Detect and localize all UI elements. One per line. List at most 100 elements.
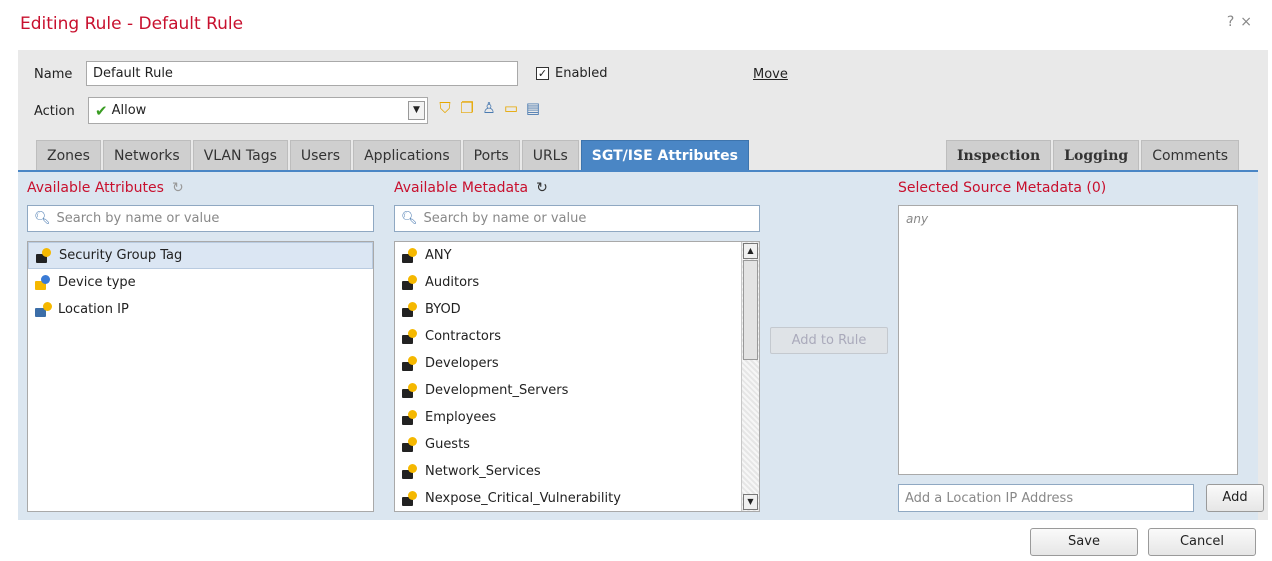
tab-logging[interactable]: Logging <box>1053 140 1140 170</box>
list-item[interactable]: Guests <box>395 431 759 458</box>
list-item[interactable]: Security Group Tag <box>28 242 373 269</box>
list-item[interactable]: Auditors <box>395 269 759 296</box>
action-label: Action <box>34 104 75 119</box>
selected-source-title: Selected Source Metadata (0) <box>898 180 1107 196</box>
location-ip-input[interactable] <box>905 490 1193 506</box>
add-to-rule-button[interactable]: Add to Rule <box>770 327 888 354</box>
tab-zones[interactable]: Zones <box>36 140 101 170</box>
scroll-thumb[interactable] <box>743 260 758 360</box>
tabs-left: Zones Networks VLAN Tags Users Applicati… <box>36 140 749 170</box>
list-item[interactable]: Device type <box>28 269 373 296</box>
available-attributes-title: Available Attributes <box>27 180 164 196</box>
any-placeholder: any <box>906 212 929 226</box>
action-select[interactable]: ✔ Allow ▼ <box>88 97 428 124</box>
available-metadata-header: Available Metadata ↻ <box>394 180 548 196</box>
list-item-label: Auditors <box>425 275 480 290</box>
tab-applications[interactable]: Applications <box>353 140 461 170</box>
list-item[interactable]: Employees <box>395 404 759 431</box>
list-item[interactable]: BYOD <box>395 296 759 323</box>
device-icon <box>34 274 52 292</box>
list-item-label: Network_Services <box>425 464 541 479</box>
move-link[interactable]: Move <box>753 67 788 82</box>
name-field[interactable]: Default Rule <box>86 61 518 86</box>
list-item-label: Contractors <box>425 329 501 344</box>
location-ip-field[interactable] <box>898 484 1194 512</box>
search-icon: 🔍︎ <box>401 211 418 226</box>
tag-lock-icon <box>401 490 419 508</box>
available-attributes-header: Available Attributes ↻ <box>27 180 184 196</box>
tabs-right: Inspection Logging Comments <box>946 140 1240 170</box>
folder-icon[interactable]: ▭ <box>502 99 520 117</box>
shield-icon[interactable]: ⛉ <box>436 99 454 117</box>
user-search-icon[interactable]: ♙ <box>480 99 498 117</box>
tag-lock-icon <box>401 382 419 400</box>
dialog-title: Editing Rule - Default Rule <box>20 14 244 34</box>
tag-lock-icon <box>401 355 419 373</box>
action-value: Allow <box>111 103 147 118</box>
tag-lock-icon <box>401 436 419 454</box>
list-item-label: BYOD <box>425 302 461 317</box>
save-button[interactable]: Save <box>1030 528 1138 556</box>
tag-lock-icon <box>401 301 419 319</box>
tab-urls[interactable]: URLs <box>521 140 579 170</box>
refresh-icon[interactable]: ↻ <box>172 180 184 196</box>
list-item-label: Development_Servers <box>425 383 569 398</box>
tag-lock-icon <box>401 274 419 292</box>
enabled-checkbox-group[interactable]: ✓ Enabled <box>536 66 608 81</box>
tab-inspection[interactable]: Inspection <box>946 140 1052 170</box>
scroll-up-icon[interactable]: ▲ <box>743 243 758 259</box>
list-item[interactable]: Nexpose_Critical_Vulnerability <box>395 485 759 511</box>
close-icon[interactable]: × <box>1240 14 1258 30</box>
tab-ports[interactable]: Ports <box>462 140 520 170</box>
available-metadata-title: Available Metadata <box>394 180 529 196</box>
tab-vlan-tags[interactable]: VLAN Tags <box>192 140 288 170</box>
metadata-list: ANY Auditors BYOD Contractors Developers… <box>394 241 760 512</box>
list-item-label: ANY <box>425 248 452 263</box>
list-item[interactable]: ANY <box>395 242 759 269</box>
metadata-scrollbar[interactable]: ▲ ▼ <box>741 242 759 511</box>
tag-lock-icon <box>35 247 53 265</box>
refresh-icon[interactable]: ↻ <box>536 180 548 196</box>
metadata-search[interactable]: 🔍︎ <box>394 205 760 232</box>
document-icon[interactable]: ▤ <box>524 99 542 117</box>
list-item-label: Nexpose_Critical_Vulnerability <box>425 491 621 506</box>
location-icon <box>34 301 52 319</box>
attributes-search[interactable]: 🔍︎ <box>27 205 374 232</box>
tag-lock-icon <box>401 409 419 427</box>
check-icon: ✔ <box>95 101 108 120</box>
tab-networks[interactable]: Networks <box>102 140 191 170</box>
tab-comments[interactable]: Comments <box>1141 140 1240 170</box>
name-label: Name <box>34 67 73 82</box>
metadata-search-input[interactable] <box>423 211 710 226</box>
copy-icon[interactable]: ❐ <box>458 99 476 117</box>
list-item-label: Location IP <box>58 302 129 317</box>
list-item-label: Device type <box>58 275 136 290</box>
enabled-label: Enabled <box>555 66 608 81</box>
search-icon: 🔍︎ <box>34 211 51 226</box>
list-item-label: Developers <box>425 356 499 371</box>
attributes-search-input[interactable] <box>56 211 328 226</box>
add-ip-button[interactable]: Add <box>1206 484 1264 512</box>
chevron-down-icon[interactable]: ▼ <box>408 101 425 120</box>
help-icon[interactable]: ? <box>1227 14 1240 30</box>
tab-users[interactable]: Users <box>289 140 352 170</box>
list-item[interactable]: Location IP <box>28 296 373 323</box>
cancel-button[interactable]: Cancel <box>1148 528 1256 556</box>
list-item[interactable]: Developers <box>395 350 759 377</box>
action-toolbar: ⛉ ❐ ♙ ▭ ▤ <box>436 99 542 117</box>
attributes-list: Security Group Tag Device type Location … <box>27 241 374 512</box>
enabled-checkbox[interactable]: ✓ <box>536 67 549 80</box>
list-item[interactable]: Contractors <box>395 323 759 350</box>
scroll-down-icon[interactable]: ▼ <box>743 494 758 510</box>
selected-source-header: Selected Source Metadata (0) <box>898 180 1106 196</box>
tag-lock-icon <box>401 463 419 481</box>
list-item-label: Employees <box>425 410 497 425</box>
selected-source-list: any <box>898 205 1238 475</box>
list-item-label: Security Group Tag <box>59 248 183 263</box>
tab-sgt-ise-attributes[interactable]: SGT/ISE Attributes <box>580 140 749 170</box>
tag-lock-icon <box>401 247 419 265</box>
list-item-label: Guests <box>425 437 470 452</box>
list-item[interactable]: Network_Services <box>395 458 759 485</box>
list-item[interactable]: Development_Servers <box>395 377 759 404</box>
tag-lock-icon <box>401 328 419 346</box>
